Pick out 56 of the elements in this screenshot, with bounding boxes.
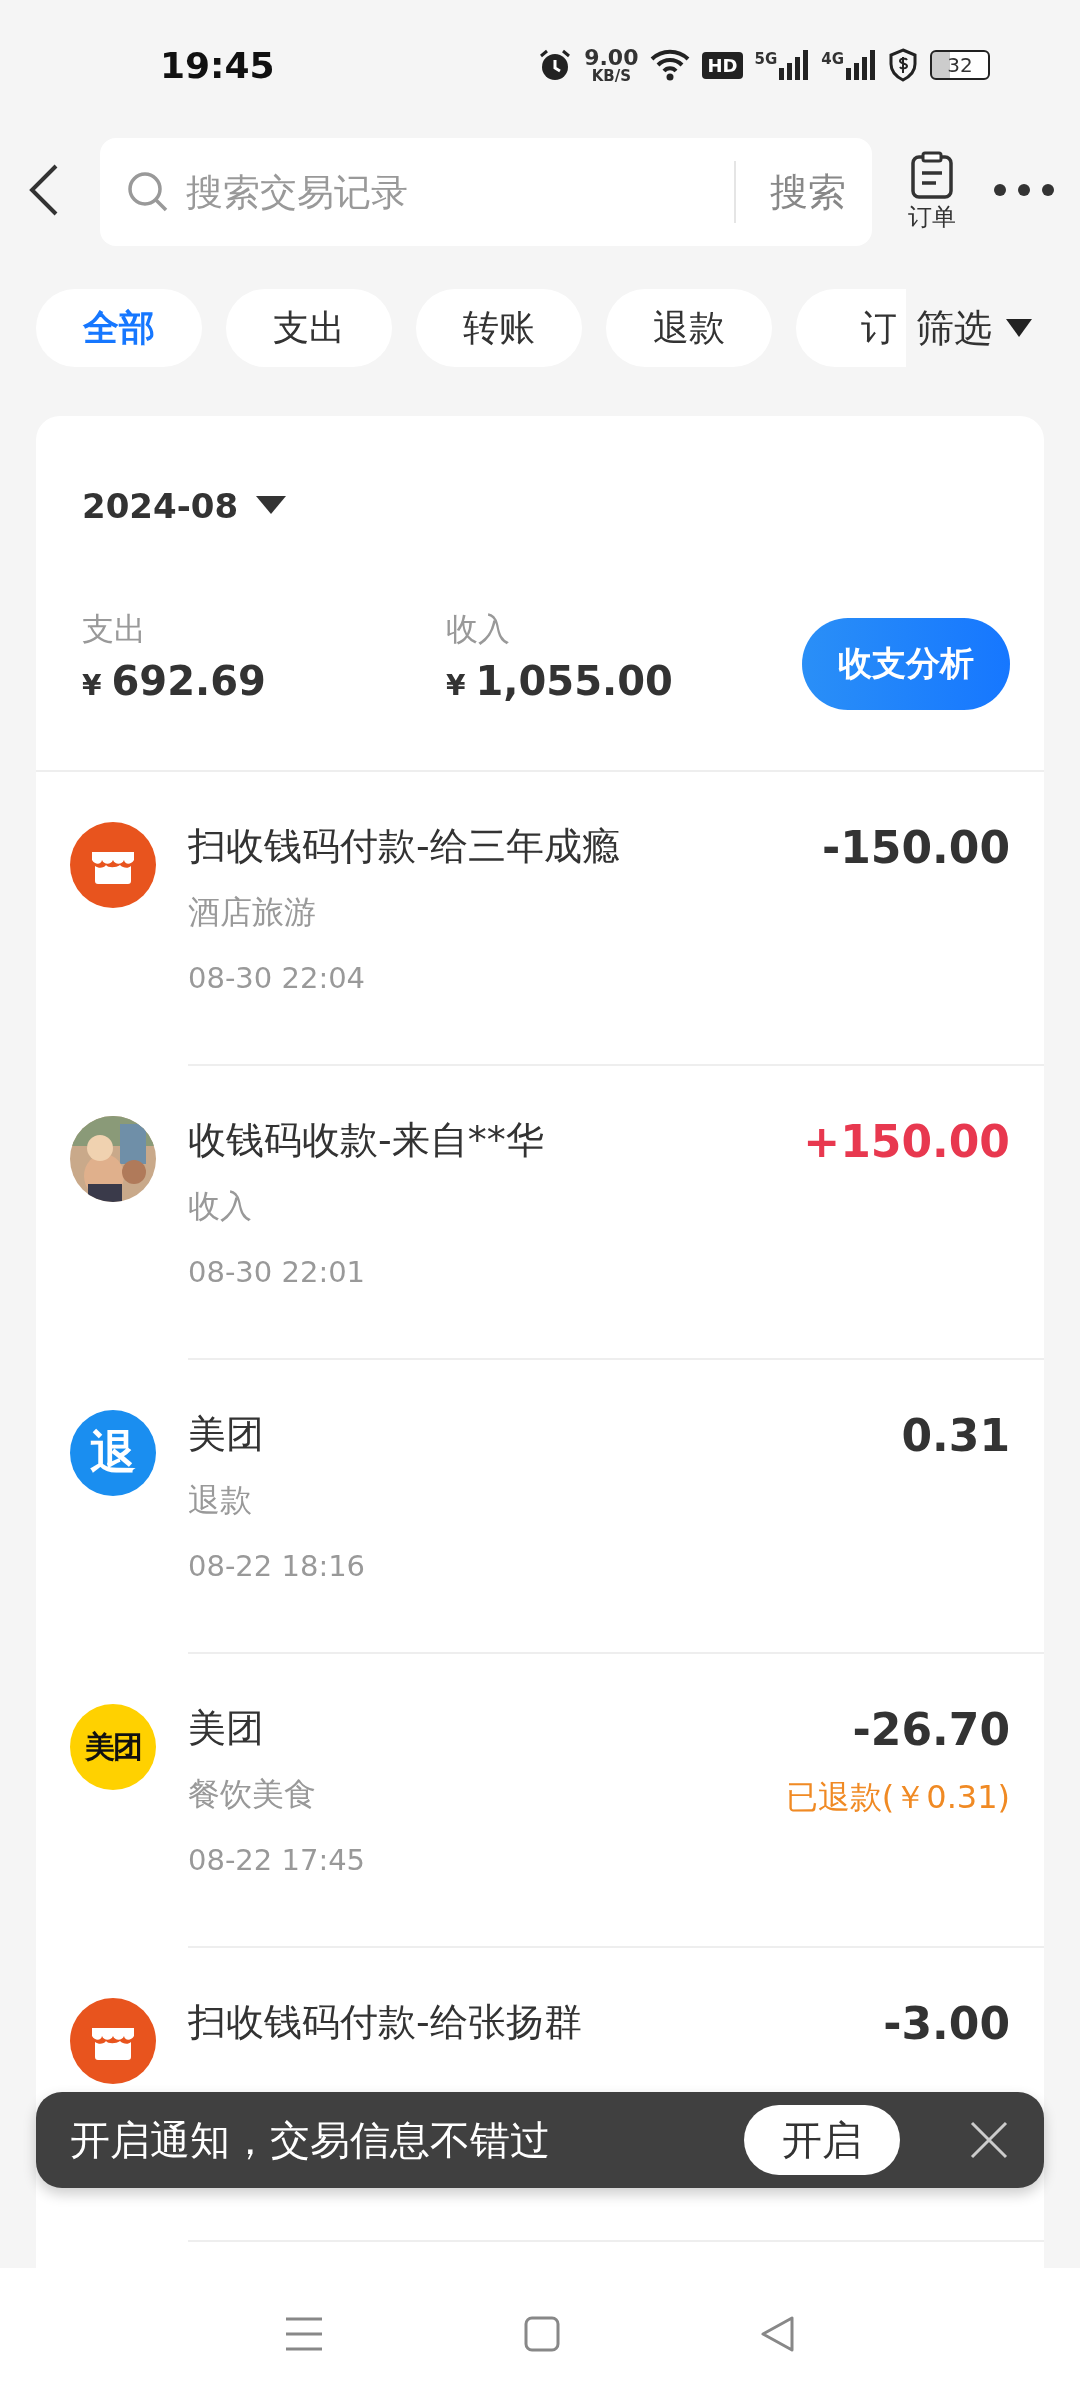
transaction-category: 餐饮美食 [188, 1774, 317, 1814]
close-icon[interactable] [970, 2121, 1008, 2159]
transaction-title: 扫收钱码付款-给三年成瘾 [188, 823, 621, 870]
search-field[interactable]: 搜索交易记录 搜索 [100, 138, 872, 246]
transaction-amount: -3.00 [883, 1998, 1010, 2050]
caret-icon [1006, 319, 1032, 337]
transaction-date: 08-22 17:45 [188, 1842, 367, 1879]
month-selector[interactable]: 2024-08 [82, 486, 287, 526]
transaction-date: 08-22 18:16 [188, 1548, 367, 1585]
wifi-icon [650, 49, 691, 81]
alarm-clock-icon [538, 48, 573, 82]
expense-amount: ¥ 692.69 [82, 658, 267, 704]
transaction-title: 收钱码收款-来自**华 [188, 1117, 545, 1164]
transaction-category: 酒店旅游 [188, 892, 317, 932]
search-icon [126, 170, 170, 214]
filter-tab[interactable]: 支出 [226, 289, 392, 367]
caret-icon [256, 496, 287, 516]
filter-tab[interactable]: 转账 [416, 289, 582, 367]
enable-button[interactable]: 开启 [744, 2105, 900, 2175]
expense-label: 支出 [82, 609, 147, 650]
search-button[interactable]: 搜索 [750, 166, 846, 218]
menu-icon[interactable] [284, 2316, 324, 2352]
shield-icon [888, 48, 918, 82]
hd-indicator: HD [702, 51, 743, 79]
income-label: 收入 [446, 609, 511, 650]
transaction-title: 美团 [188, 1705, 265, 1752]
signal-indicator: 5G [754, 50, 810, 80]
transaction-amount: +150.00 [803, 1116, 1010, 1168]
transaction-amount: 0.31 [901, 1410, 1010, 1462]
battery-indicator: 32 [930, 50, 990, 80]
analysis-button[interactable]: 收支分析 [802, 618, 1010, 710]
filter-tab[interactable]: 订 [796, 289, 906, 367]
network-speed: 9.00 KB/S [584, 46, 639, 84]
transaction-title: 美团 [188, 1411, 265, 1458]
refund-badge: 退 [70, 1410, 156, 1496]
transaction-category: 退款 [188, 1480, 253, 1520]
clock-time: 19:45 [160, 44, 275, 86]
shop-icon [70, 1998, 156, 2084]
transaction-amount: -26.70 [852, 1704, 1010, 1756]
transaction-date: 08-30 22:04 [188, 960, 367, 997]
income-amount: ¥ 1,055.00 [446, 658, 673, 704]
signal-indicator: 4G [821, 50, 876, 80]
transaction-date: 08-30 22:01 [188, 1254, 367, 1291]
merchant-logo: 美团 [70, 1704, 156, 1790]
toast-message: 开启通知，交易信息不错过 [70, 2115, 551, 2165]
refund-note: 已退款(￥0.31) [785, 1777, 1010, 1818]
transaction-category: 收入 [188, 1186, 253, 1226]
back-icon[interactable] [760, 2315, 796, 2353]
filter-button[interactable]: 筛选 [906, 288, 1032, 368]
home-icon[interactable] [524, 2316, 560, 2352]
filter-tab[interactable]: 全部 [36, 289, 202, 367]
orders-button[interactable]: 订单 [908, 151, 956, 233]
transaction-title: 扫收钱码付款-给张扬群 [188, 1999, 583, 2046]
transaction-amount: -150.00 [821, 822, 1010, 874]
shop-icon [70, 822, 156, 908]
filter-tab[interactable]: 退款 [606, 289, 772, 367]
